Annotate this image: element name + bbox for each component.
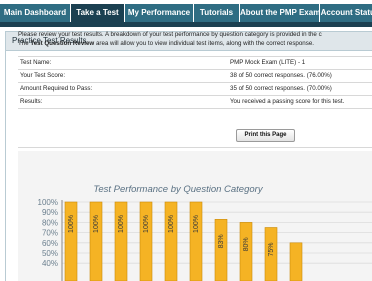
intro-line-2: The Test Question Review area will allow…	[18, 40, 368, 49]
chart-canvas: Test Performance by Question Category 10…	[38, 184, 372, 281]
page: Main Dashboard Take a Test My Performanc…	[0, 0, 372, 281]
chart-bar	[64, 201, 78, 281]
result-value: You received a passing score for this te…	[230, 98, 345, 105]
intro-line-2-prefix: The	[18, 39, 31, 47]
nav-underline	[0, 22, 372, 27]
result-label: Test Name:	[20, 59, 52, 66]
y-axis-ticks: 100%90%80% 70%60%50%40%	[38, 198, 58, 268]
tab-account-status[interactable]: Account Status	[320, 4, 372, 22]
tab-main-dashboard[interactable]: Main Dashboard	[0, 4, 71, 22]
bar-value-label: 100%	[143, 215, 150, 233]
bar-value-label: 100%	[93, 215, 100, 233]
result-row-test-score: Your Test Score: 38 of 50 correct respon…	[18, 70, 372, 83]
chart-bar	[189, 201, 203, 281]
chart-bar	[289, 242, 303, 281]
test-question-review-label: Test Question Review	[30, 39, 95, 47]
print-page-button[interactable]: Print this Page	[236, 129, 295, 142]
intro-line-2-suffix: area will allow you to view individual t…	[94, 39, 314, 47]
result-value: PMP Mock Exam (LITE) - 1	[230, 59, 306, 66]
bar-value-label: 100%	[68, 215, 75, 233]
bar-value-label: 100%	[118, 215, 125, 233]
chart-title: Test Performance by Question Category	[93, 184, 263, 195]
result-row-results: Results: You received a passing score fo…	[18, 96, 372, 109]
intro-text: Please review your test results. A break…	[18, 31, 368, 48]
y-tick-label: 80%	[42, 218, 58, 227]
bar-value-label: 75%	[268, 242, 275, 256]
tab-about-the-pmp-exam[interactable]: About the PMP Exam	[240, 4, 320, 22]
tab-take-a-test[interactable]: Take a Test	[71, 4, 125, 22]
y-tick-label: 90%	[42, 208, 58, 217]
chart-bar	[89, 201, 103, 281]
bar-value-label: 83%	[218, 234, 225, 248]
result-label: Results:	[20, 98, 43, 105]
performance-chart: Test Performance by Question Category 10…	[18, 151, 372, 281]
chart-bar	[214, 219, 228, 281]
y-tick-label: 50%	[42, 249, 58, 258]
bar-value-label: 100%	[168, 215, 175, 233]
results-table: Test Name: PMP Mock Exam (LITE) - 1 Your…	[18, 56, 372, 109]
divider	[18, 147, 372, 148]
bar-value-label: 100%	[193, 215, 200, 233]
result-row-required-to-pass: Amount Required to Pass: 35 of 50 correc…	[18, 83, 372, 96]
intro-line-1: Please review your test results. A break…	[18, 31, 322, 38]
chart-bar	[114, 201, 128, 281]
result-row-test-name: Test Name: PMP Mock Exam (LITE) - 1	[18, 56, 372, 70]
result-label: Your Test Score:	[20, 72, 66, 79]
y-tick-label: 60%	[42, 239, 58, 248]
y-tick-label: 100%	[38, 198, 58, 207]
tab-my-performance[interactable]: My Performance	[125, 4, 194, 22]
y-tick-label: 40%	[42, 259, 58, 268]
tab-tutorials[interactable]: Tutorials	[194, 4, 240, 22]
result-value: 38 of 50 correct responses. (76.00%)	[230, 72, 332, 79]
main-navigation: Main Dashboard Take a Test My Performanc…	[0, 0, 372, 22]
chart-bar	[139, 201, 153, 281]
chart-bars	[64, 201, 303, 281]
bar-value-label: 80%	[243, 237, 250, 251]
result-value: 35 of 50 correct responses. (70.00%)	[230, 85, 332, 92]
result-label: Amount Required to Pass:	[20, 85, 93, 92]
chart-bar	[164, 201, 178, 281]
y-tick-label: 70%	[42, 229, 58, 238]
